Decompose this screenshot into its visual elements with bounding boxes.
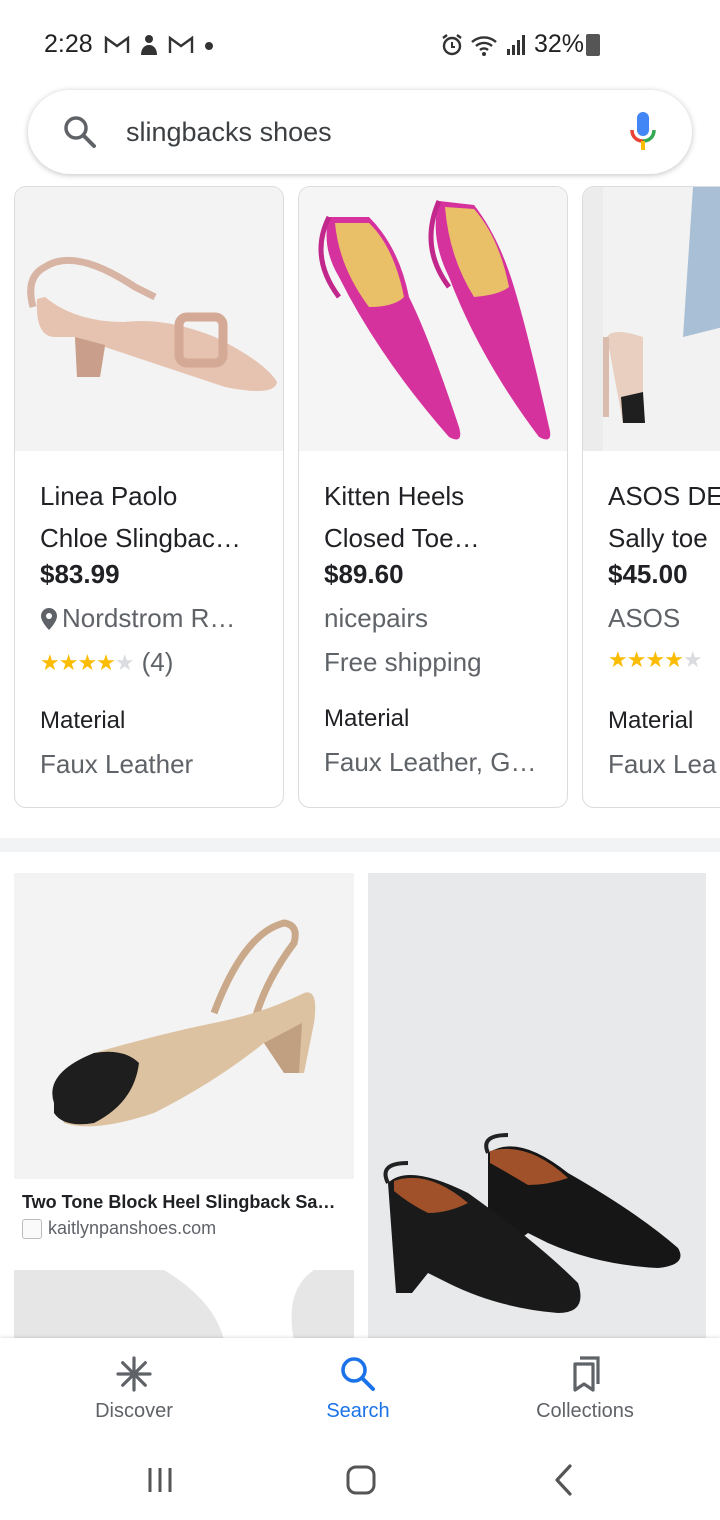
search-input[interactable]: slingbacks shoes [126,117,332,148]
attribute-value: Faux Leather [40,749,194,779]
rating-count: (4) [141,647,174,677]
bottom-navigation: Discover Search Collections [0,1338,720,1438]
product-merchant: nicepairs [324,603,429,633]
wifi-icon [471,36,497,56]
product-title[interactable]: Linea Paolo Chloe Slingbac… [40,475,268,559]
section-divider [0,838,720,852]
nav-label: Search [326,1400,390,1422]
nav-search[interactable]: Search [258,1338,458,1438]
attribute-value: Faux Leather, G… [324,747,537,777]
battery-percent: 32% [534,30,585,58]
product-price: $89.60 [324,559,404,589]
status-bar: 2:28 32% [0,0,720,88]
battery-icon [586,34,600,56]
gmail-icon [168,35,194,53]
attribute-label: Material [324,705,410,732]
home-icon[interactable] [341,1460,381,1500]
signal-icon [507,35,525,55]
nav-label: Discover [95,1400,173,1422]
collections-icon [573,1356,600,1392]
search-bar[interactable]: slingbacks shoes [28,90,692,174]
status-time: 2:28 [44,30,93,58]
nav-label: Collections [536,1400,634,1422]
image-result-source[interactable]: kaitlynpanshoes.com [22,1218,216,1239]
search-icon [341,1357,375,1391]
nav-discover[interactable]: Discover [34,1338,234,1438]
product-card[interactable]: Kitten Heels Closed Toe… $89.60 nicepair… [298,186,568,808]
product-image[interactable] [15,187,283,451]
attribute-value: Faux Lea [608,749,717,779]
product-price: $45.00 [608,559,688,589]
image-result[interactable] [368,873,706,1340]
image-result[interactable] [14,873,354,1179]
product-price: $83.99 [40,559,120,589]
nav-collections[interactable]: Collections [485,1338,685,1438]
star-rating-icon: ★★★★★ [608,647,703,672]
attribute-label: Material [40,707,126,734]
recent-apps-icon[interactable] [140,1460,180,1500]
alarm-icon [442,34,462,56]
asterisk-icon [116,1356,152,1392]
product-carousel[interactable]: Linea Paolo Chloe Slingbac… $83.99 Nords… [0,186,720,812]
shipping-info: Free shipping [324,647,482,677]
status-system-icons [440,33,528,57]
product-rating: ★★★★★ (4) [40,647,173,678]
product-card[interactable]: Linea Paolo Chloe Slingbac… $83.99 Nords… [14,186,284,808]
dot-icon [205,42,213,50]
location-pin-icon [41,607,57,630]
star-rating-icon: ★★★★★ [40,649,135,675]
product-title[interactable]: Kitten Heels Closed Toe… [324,475,552,559]
app-notification-icon [141,35,157,55]
attribute-label: Material [608,707,694,734]
status-notification-icons [104,33,216,57]
gmail-icon [104,35,130,53]
search-icon[interactable] [62,114,98,150]
product-card[interactable]: ASOS DE Sally toe $45.00 ASOS ★★★★★ Mate… [582,186,720,808]
product-merchant: ASOS [608,603,681,633]
microphone-icon[interactable] [628,110,658,154]
back-icon[interactable] [545,1460,585,1500]
product-image[interactable] [583,187,720,451]
site-favicon-icon [22,1218,42,1239]
system-navigation-bar [0,1438,720,1520]
product-merchant: Nordstrom R… [40,603,235,634]
product-image[interactable] [299,187,567,451]
product-rating: ★★★★★ [608,647,703,673]
image-result[interactable] [14,1270,354,1340]
image-result-caption[interactable]: Two Tone Block Heel Slingback Sa… [22,1192,352,1213]
product-title[interactable]: ASOS DE Sally toe [608,475,720,559]
